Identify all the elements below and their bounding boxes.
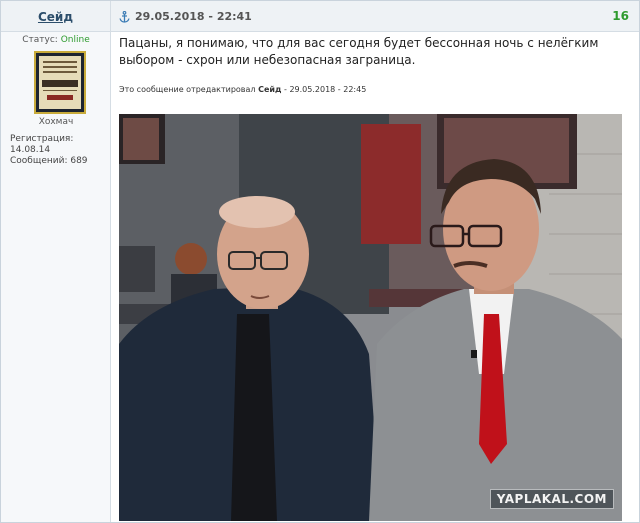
edit-user: Сейд: [258, 85, 282, 94]
edit-prefix: Это сообщение отредактировал: [119, 85, 256, 94]
status-label: Статус:: [22, 35, 58, 45]
author-header-cell: Сейд: [1, 1, 111, 32]
status-online: Online: [60, 35, 90, 45]
post-image[interactable]: YAPLAKAL.COM: [119, 114, 622, 521]
author-name-link[interactable]: Сейд: [38, 10, 73, 24]
user-rank: Хохмач: [38, 117, 74, 127]
post-message: Пацаны, я понимаю, что для вас сегодня б…: [119, 36, 599, 67]
user-stats: Регистрация: 14.08.14 Сообщений: 689: [10, 134, 110, 167]
forum-post: Сейд 29.05.2018 - 22:41 16 Статус: Onlin…: [0, 0, 640, 523]
edit-note: Это сообщение отредактировал Сейд - 29.0…: [119, 85, 366, 94]
avatar[interactable]: [34, 51, 86, 114]
anchor-icon[interactable]: [119, 10, 130, 23]
watermark: YAPLAKAL.COM: [489, 489, 614, 509]
user-registration: Регистрация: 14.08.14: [10, 134, 74, 155]
post-meta: 29.05.2018 - 22:41: [119, 10, 252, 23]
post-number-link[interactable]: 16: [612, 9, 629, 23]
user-status: Статус: Online: [1, 35, 111, 45]
user-message-count: Сообщений: 689: [10, 156, 88, 166]
avatar-book-cover-image: [39, 56, 81, 109]
post-header: Сейд 29.05.2018 - 22:41 16: [1, 1, 639, 32]
user-info-column: Статус: Online Хохмач Регистрация: 14.08…: [1, 32, 111, 522]
edit-datetime: - 29.05.2018 - 22:45: [284, 85, 367, 94]
post-datetime: 29.05.2018 - 22:41: [135, 10, 252, 23]
tv-studio-photo: [119, 114, 622, 521]
